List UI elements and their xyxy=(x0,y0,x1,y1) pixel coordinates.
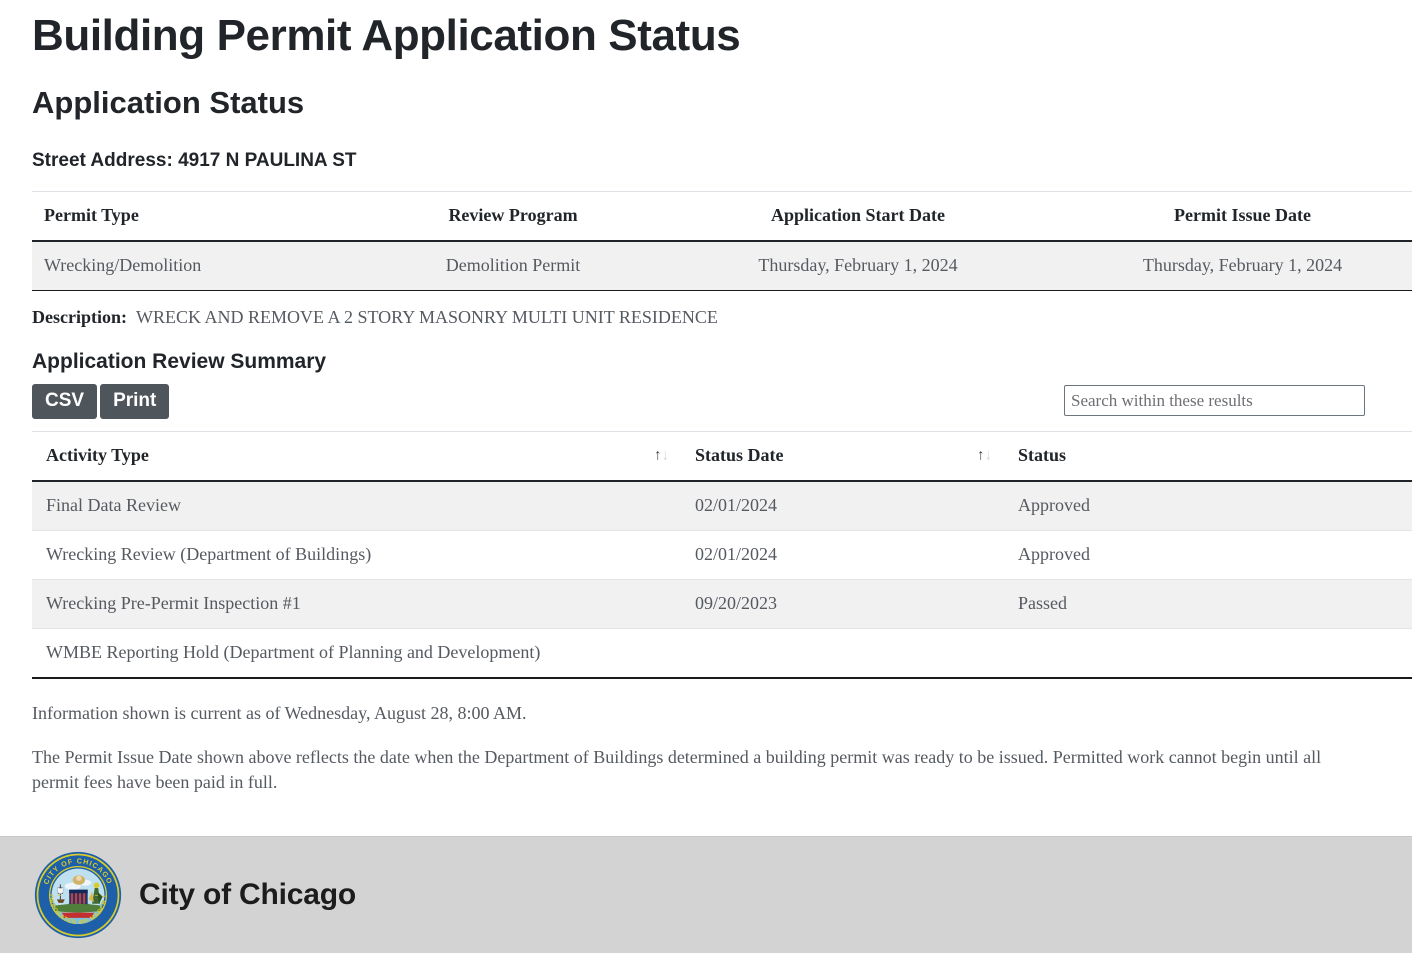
cell-activity-type: Wrecking Pre-Permit Inspection #1 xyxy=(32,579,681,630)
table-header-row: Activity Type ↑↓ Status Date ↑↓ Status ↑… xyxy=(32,431,1412,483)
svg-text:–: – xyxy=(58,892,62,899)
print-button[interactable]: Print xyxy=(100,384,170,420)
column-header-status[interactable]: Status ↑↓ xyxy=(1004,431,1412,483)
description-line: Description: WRECK AND REMOVE A 2 STORY M… xyxy=(32,291,1365,329)
sort-icon[interactable]: ↑↓ xyxy=(977,447,993,464)
column-header-status-date-label: Status Date xyxy=(695,445,784,466)
column-header-activity-type-label: Activity Type xyxy=(46,445,149,466)
cell-activity-type: Final Data Review xyxy=(32,481,681,532)
cell-status-date xyxy=(681,628,1004,680)
cell-status-date: 02/01/2024 xyxy=(681,481,1004,532)
page-content: Building Permit Application Status Appli… xyxy=(0,0,1412,837)
cell-permit-issue-date: Thursday, February 1, 2024 xyxy=(1052,240,1412,291)
svg-text:–: – xyxy=(95,892,99,899)
column-header-permit-type: Permit Type xyxy=(32,190,362,242)
description-value: WRECK AND REMOVE A 2 STORY MASONRY MULTI… xyxy=(135,306,718,327)
cell-review-program: Demolition Permit xyxy=(362,240,664,291)
table-row: Final Data Review 02/01/2024 Approved xyxy=(32,481,1412,532)
cell-status-date: 09/20/2023 xyxy=(681,579,1004,630)
cell-status: Approved xyxy=(1004,481,1412,532)
page-title: Building Permit Application Status xyxy=(32,11,741,60)
table-row: Wrecking Review (Department of Buildings… xyxy=(32,530,1412,581)
sort-icon[interactable]: ↑↓ xyxy=(654,447,670,464)
column-header-permit-issue-date: Permit Issue Date xyxy=(1052,190,1412,242)
cell-activity-type: WMBE Reporting Hold (Department of Plann… xyxy=(32,628,681,680)
note-current-as-of: Information shown is current as of Wedne… xyxy=(32,703,527,724)
section-heading-review-summary: Application Review Summary xyxy=(32,350,327,374)
footer-org-name: City of Chicago xyxy=(139,878,357,911)
sort-ascending-icon: ↑ xyxy=(977,447,985,464)
street-address-label: Street Address: 4917 N PAULINA ST xyxy=(32,149,357,171)
column-header-status-label: Status xyxy=(1018,445,1067,466)
page-footer: CITY OF CHICAGO INCORPORATED 4th MARCH 1… xyxy=(0,836,1412,953)
cell-application-start-date: Thursday, February 1, 2024 xyxy=(664,240,1052,291)
column-header-status-date[interactable]: Status Date ↑↓ xyxy=(681,431,1004,483)
sort-descending-icon: ↓ xyxy=(661,447,670,464)
note-permit-issue-date: The Permit Issue Date shown above reflec… xyxy=(32,746,1322,793)
city-of-chicago-seal-icon: CITY OF CHICAGO INCORPORATED 4th MARCH 1… xyxy=(31,846,122,939)
description-label: Description: xyxy=(32,306,127,327)
application-review-summary-table: Activity Type ↑↓ Status Date ↑↓ Status ↑… xyxy=(32,431,1412,680)
csv-export-button[interactable]: CSV xyxy=(32,384,98,420)
sort-descending-icon: ↓ xyxy=(984,447,993,464)
section-heading-application-status: Application Status xyxy=(32,84,305,120)
table-row: Wrecking/Demolition Demolition Permit Th… xyxy=(32,240,1412,291)
search-input[interactable] xyxy=(1064,385,1365,417)
column-header-application-start-date: Application Start Date xyxy=(664,190,1052,242)
permit-details-table: Permit Type Review Program Application S… xyxy=(32,190,1412,291)
cell-status-date: 02/01/2024 xyxy=(681,530,1004,581)
column-header-review-program: Review Program xyxy=(362,190,664,242)
table-header-row: Permit Type Review Program Application S… xyxy=(32,190,1412,242)
table-row: Wrecking Pre-Permit Inspection #1 09/20/… xyxy=(32,579,1412,630)
sort-ascending-icon: ↑ xyxy=(654,447,662,464)
cell-status: Approved xyxy=(1004,530,1412,581)
cell-status: Passed xyxy=(1004,579,1412,630)
cell-activity-type: Wrecking Review (Department of Buildings… xyxy=(32,530,681,581)
cell-permit-type: Wrecking/Demolition xyxy=(32,240,362,291)
cell-status xyxy=(1004,628,1412,680)
search-container xyxy=(1064,385,1365,417)
table-row: WMBE Reporting Hold (Department of Plann… xyxy=(32,628,1412,680)
column-header-activity-type[interactable]: Activity Type ↑↓ xyxy=(32,431,681,483)
review-summary-toolbar: CSV Print xyxy=(32,384,1365,422)
